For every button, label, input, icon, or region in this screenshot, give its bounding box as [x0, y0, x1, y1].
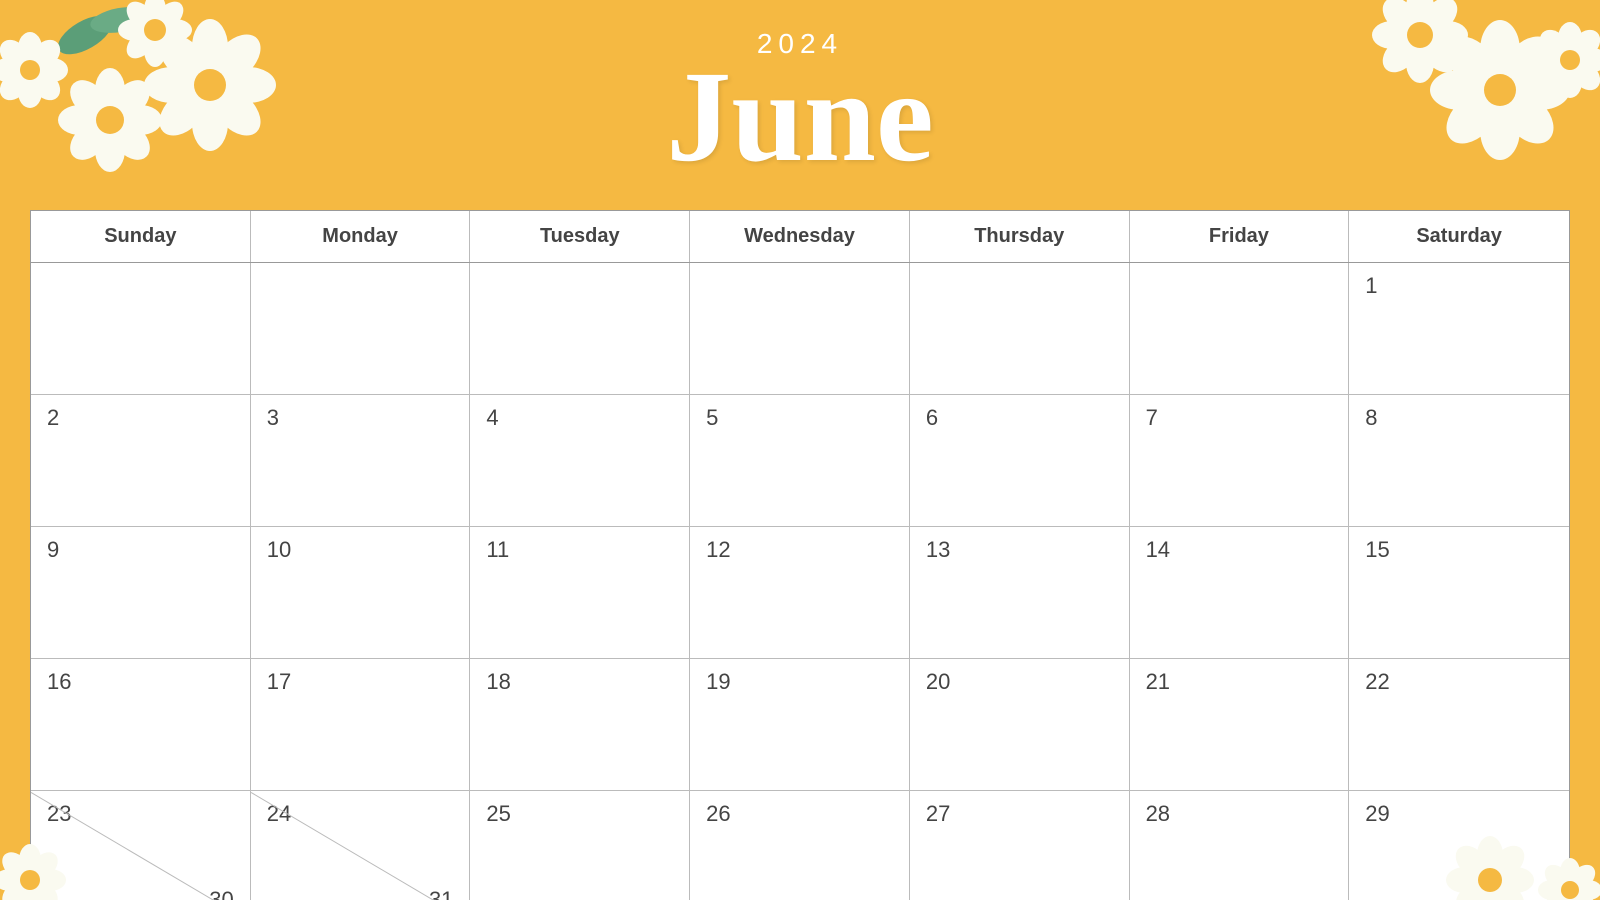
cell-w2-sun: 2 — [31, 395, 251, 526]
date-23: 23 — [47, 801, 234, 827]
cell-w3-mon: 10 — [251, 527, 471, 658]
cell-w4-mon: 17 — [251, 659, 471, 790]
cell-w1-sun — [31, 263, 251, 394]
date-30: 30 — [209, 887, 233, 900]
week-5: 23 30 24 31 25 26 27 28 29 — [31, 791, 1569, 900]
cell-w5-mon: 24 31 — [251, 791, 471, 900]
cell-w4-fri: 21 — [1130, 659, 1350, 790]
cell-w4-sun: 16 — [31, 659, 251, 790]
cell-w5-wed: 26 — [690, 791, 910, 900]
day-header-sunday: Sunday — [31, 211, 251, 262]
cell-w3-sun: 9 — [31, 527, 251, 658]
cell-w3-thu: 13 — [910, 527, 1130, 658]
cell-w4-tue: 18 — [470, 659, 690, 790]
cell-w1-mon — [251, 263, 471, 394]
week-4: 16 17 18 19 20 21 22 — [31, 659, 1569, 791]
month-label: June — [666, 52, 933, 182]
cell-w1-sat: 1 — [1349, 263, 1569, 394]
calendar-grid: Sunday Monday Tuesday Wednesday Thursday… — [30, 210, 1570, 900]
week-1: 1 — [31, 263, 1569, 395]
cell-w5-fri: 28 — [1130, 791, 1350, 900]
calendar-container: 2024 June Sunday Monday Tuesday Wednesda… — [0, 0, 1600, 900]
cell-w2-mon: 3 — [251, 395, 471, 526]
day-header-monday: Monday — [251, 211, 471, 262]
day-header-tuesday: Tuesday — [470, 211, 690, 262]
week-2: 2 3 4 5 6 7 8 — [31, 395, 1569, 527]
day-header-wednesday: Wednesday — [690, 211, 910, 262]
cell-w3-wed: 12 — [690, 527, 910, 658]
cell-w1-thu — [910, 263, 1130, 394]
cell-w2-sat: 8 — [1349, 395, 1569, 526]
day-header-friday: Friday — [1130, 211, 1350, 262]
cell-w3-tue: 11 — [470, 527, 690, 658]
cell-w2-fri: 7 — [1130, 395, 1350, 526]
cell-w2-wed: 5 — [690, 395, 910, 526]
day-header-saturday: Saturday — [1349, 211, 1569, 262]
week-3: 9 10 11 12 13 14 15 — [31, 527, 1569, 659]
cell-w5-sat: 29 — [1349, 791, 1569, 900]
cell-w4-wed: 19 — [690, 659, 910, 790]
calendar-body: 1 2 3 4 5 6 7 8 9 10 11 12 13 14 15 — [31, 263, 1569, 900]
cell-w3-fri: 14 — [1130, 527, 1350, 658]
cell-w1-wed — [690, 263, 910, 394]
cell-w1-fri — [1130, 263, 1350, 394]
cell-w1-tue — [470, 263, 690, 394]
date-31: 31 — [429, 887, 453, 900]
cell-w5-tue: 25 — [470, 791, 690, 900]
calendar-header: 2024 June — [0, 0, 1600, 210]
day-headers-row: Sunday Monday Tuesday Wednesday Thursday… — [31, 211, 1569, 263]
date-24: 24 — [267, 801, 454, 827]
cell-w5-sun: 23 30 — [31, 791, 251, 900]
day-header-thursday: Thursday — [910, 211, 1130, 262]
cell-w4-thu: 20 — [910, 659, 1130, 790]
cell-w2-thu: 6 — [910, 395, 1130, 526]
cell-w4-sat: 22 — [1349, 659, 1569, 790]
cell-w3-sat: 15 — [1349, 527, 1569, 658]
cell-w5-thu: 27 — [910, 791, 1130, 900]
cell-w2-tue: 4 — [470, 395, 690, 526]
